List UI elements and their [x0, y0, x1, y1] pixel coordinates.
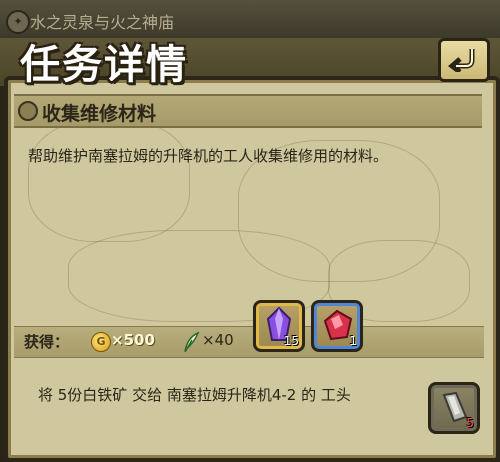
back-button[interactable] [438, 38, 490, 82]
objective-item[interactable]: 5 [428, 382, 480, 434]
item-count: 1 [349, 334, 357, 348]
previous-quest-name: 水之灵泉与火之神庙 [30, 13, 175, 32]
reward-item-crystal[interactable]: 15 [253, 300, 305, 352]
coin-reward-amount: ×500 [111, 331, 155, 349]
item-count: 5 [466, 416, 474, 430]
reward-label: 获得： [24, 333, 70, 351]
map-decoration [28, 120, 190, 242]
feather-icon [184, 331, 200, 353]
task-description: 帮助维护南塞拉姆的升降机的工人收集维修用的材料。 [28, 147, 389, 165]
task-name-bar: 收集维修材料 [14, 94, 482, 128]
quest-marker-icon: ✦ [6, 10, 30, 34]
objective-text: 将 5份白铁矿 交给 南塞拉姆升降机4-2 的 工头 [38, 386, 351, 404]
page-title: 任务详情 [20, 42, 188, 88]
reward-item-ore[interactable]: 1 [311, 300, 363, 352]
xp-reward-amount: ×40 [202, 331, 234, 349]
task-name: 收集维修材料 [42, 103, 157, 125]
task-marker-icon [18, 101, 38, 121]
return-arrow-icon [448, 49, 475, 72]
gold-coin-icon: G [91, 332, 111, 352]
item-count: 15 [283, 334, 299, 348]
reward-row: 获得： G ×500 ×40 [14, 326, 484, 358]
